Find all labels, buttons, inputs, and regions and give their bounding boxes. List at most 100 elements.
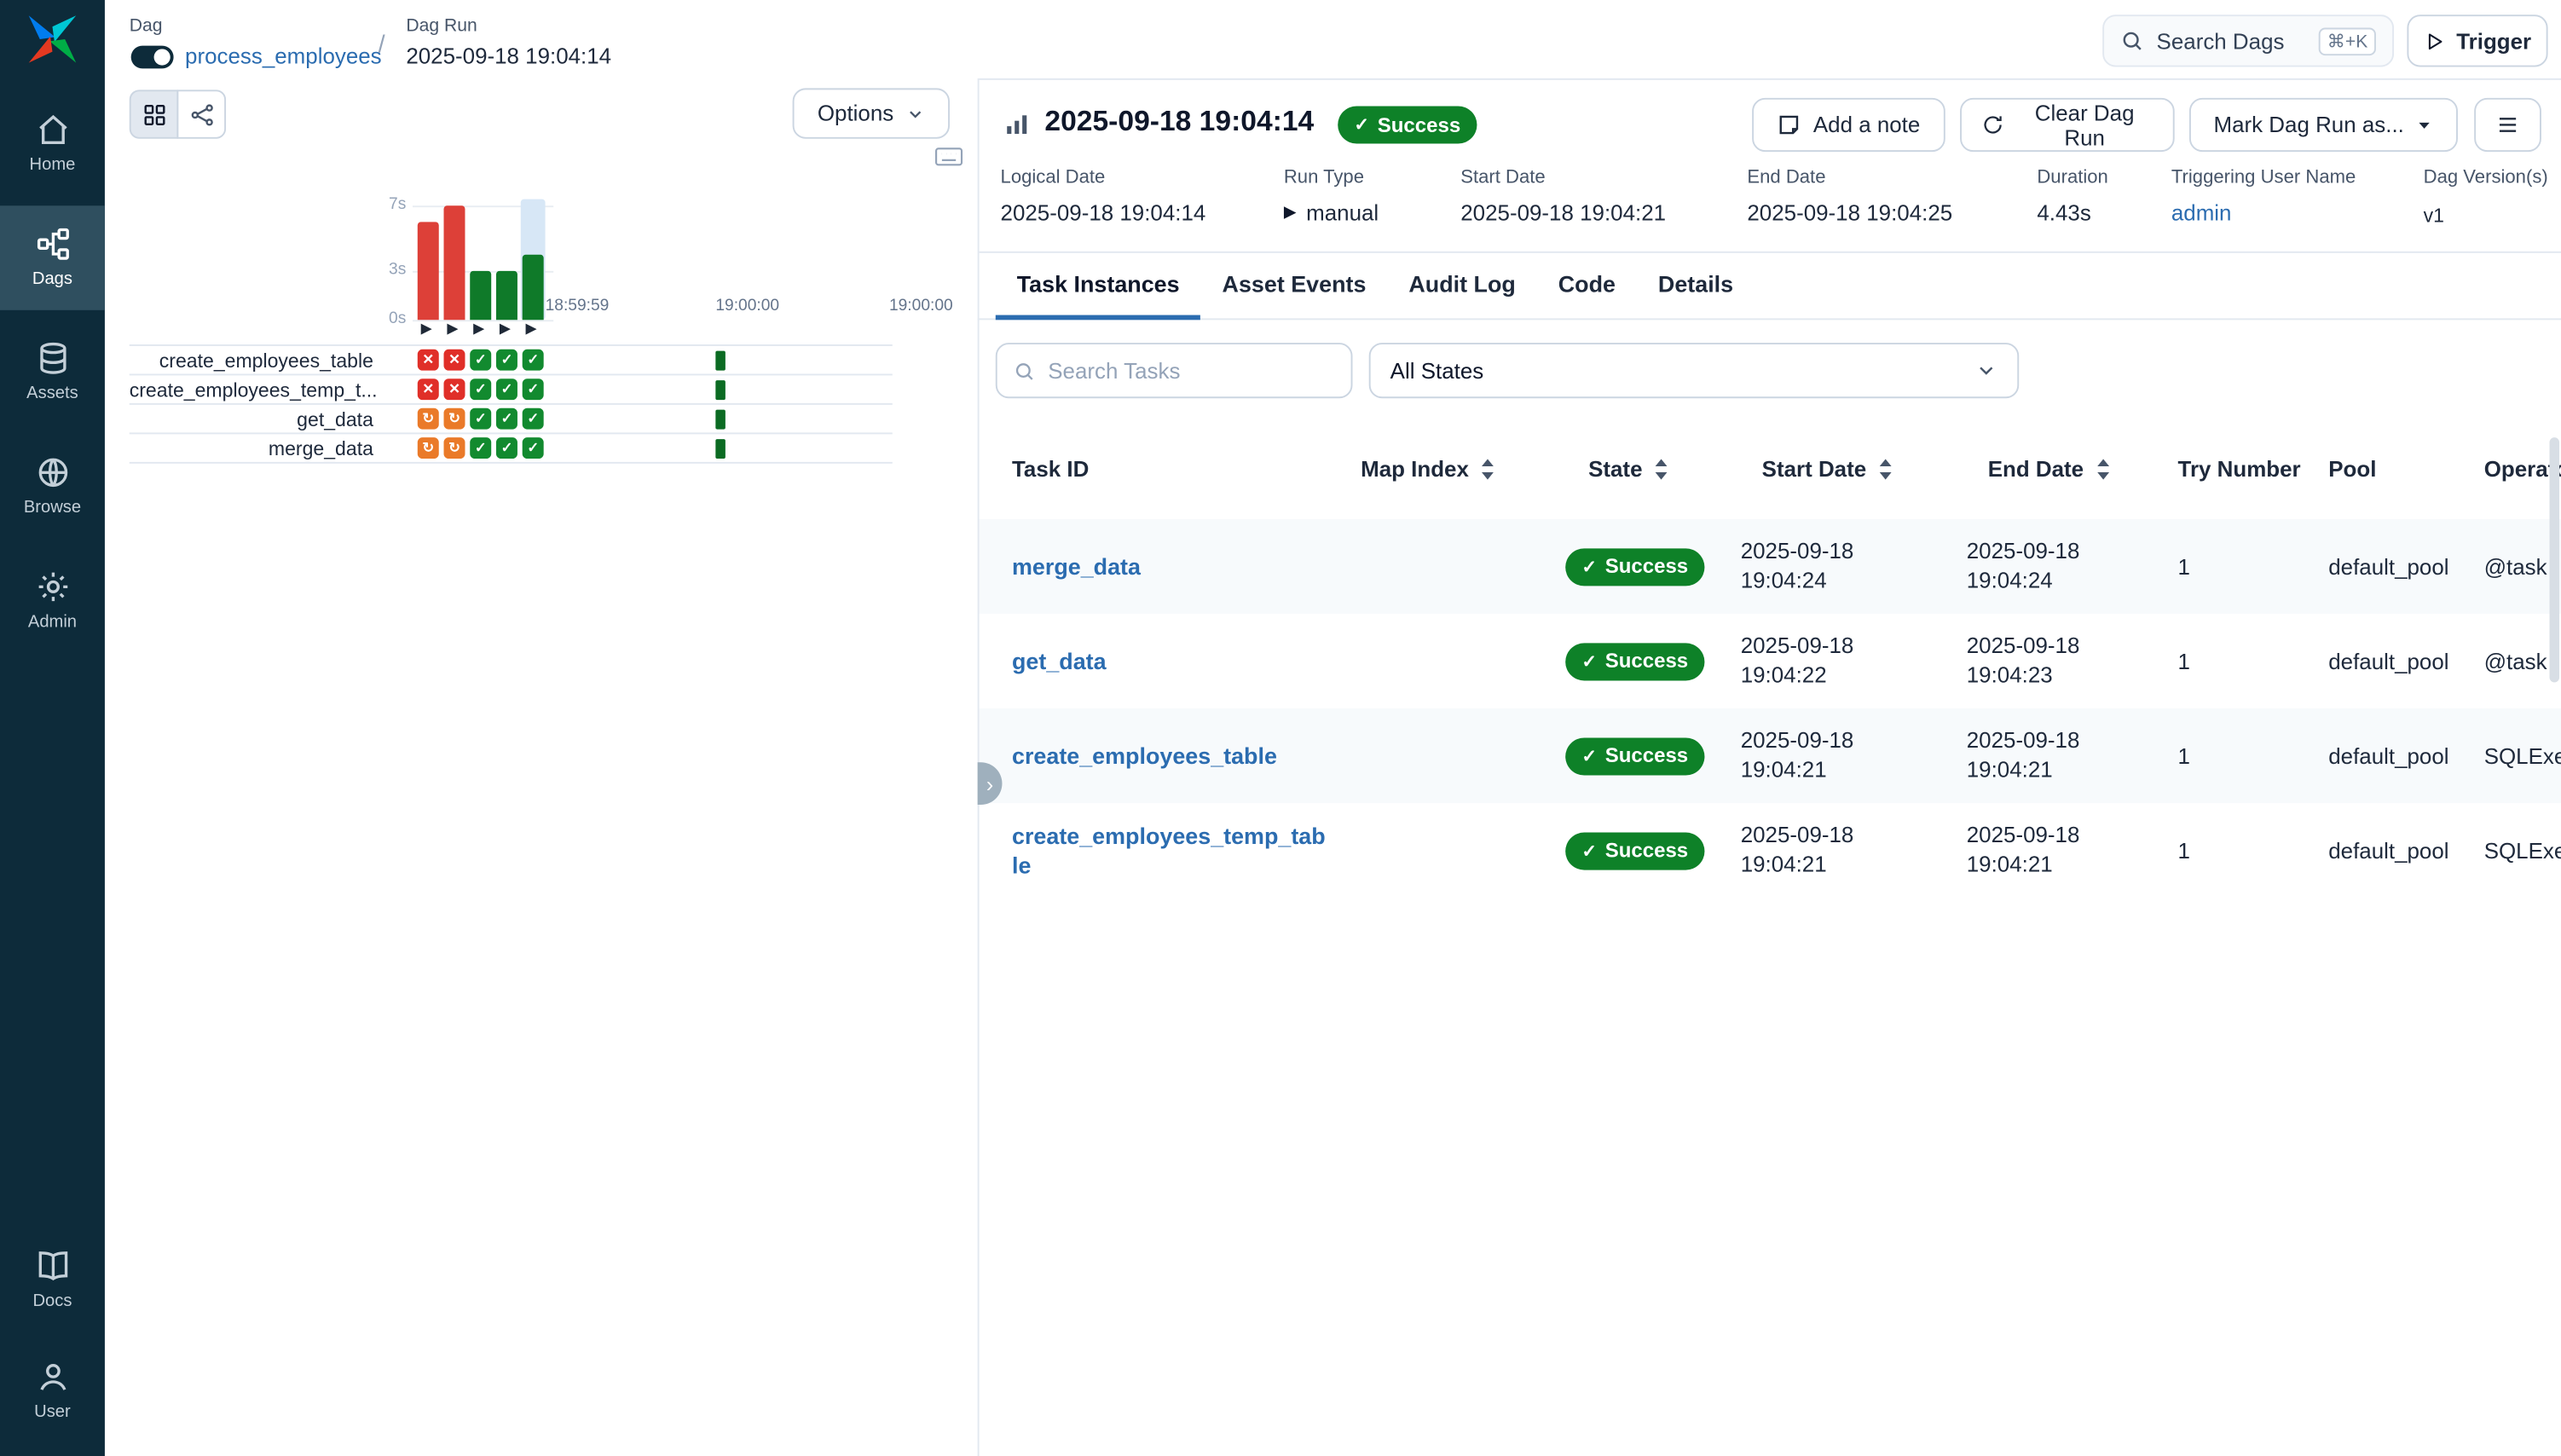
operator-cell: @task <box>2484 519 2547 614</box>
task-instance-success-icon[interactable]: ✓ <box>470 378 491 400</box>
end-date-cell: 2025-09-18 19:04:23 <box>1967 614 2130 708</box>
task-instance-success-icon[interactable]: ✓ <box>470 408 491 430</box>
column-header-end_date: End Date <box>1988 428 2110 510</box>
sort-icon[interactable] <box>1654 458 1668 479</box>
state-cell: ✓Success <box>1565 614 1704 708</box>
task-instance-success-icon[interactable]: ✓ <box>523 437 544 459</box>
search-dags-button[interactable]: Search Dags ⌘+K <box>2102 14 2394 66</box>
task-id-link[interactable]: create_employees_table <box>1012 741 1277 771</box>
task-instance-success-icon[interactable]: ✓ <box>496 378 517 400</box>
sidebar-item-home[interactable]: Home <box>0 91 105 196</box>
app: HomeDagsAssetsBrowseAdmin DocsUser Dag p… <box>0 0 2561 1456</box>
task-instance-upstream_failed-icon[interactable]: ↻ <box>418 408 439 430</box>
meta-value: 2025-09-18 19:04:14 <box>1001 201 1206 226</box>
gantt-bar[interactable] <box>715 351 726 371</box>
tab-asset-events[interactable]: Asset Events <box>1201 253 1388 321</box>
state-filter-select[interactable]: All States <box>1369 343 2020 398</box>
manual-run-icon: ▶ <box>421 320 432 338</box>
manual-run-icon: ▶ <box>473 320 484 338</box>
grid-view-button[interactable] <box>130 90 179 138</box>
try-number-cell: 1 <box>2178 519 2190 614</box>
column-header-try_number: Try Number <box>2178 428 2301 510</box>
run-duration-bar[interactable] <box>444 205 465 320</box>
gantt-bar[interactable] <box>715 380 726 400</box>
task-instance-upstream_failed-icon[interactable]: ↻ <box>444 408 465 430</box>
keyboard-shortcuts-icon[interactable] <box>935 145 963 174</box>
try-number-cell: 1 <box>2178 614 2190 708</box>
tab-details[interactable]: Details <box>1637 253 1755 321</box>
end-date-cell: 2025-09-18 19:04:21 <box>1967 803 2130 898</box>
search-tasks-input[interactable] <box>1048 358 1334 383</box>
tab-task-instances[interactable]: Task Instances <box>996 253 1201 321</box>
manual-run-icon: ▶ <box>526 320 537 338</box>
task-instance-success-icon[interactable]: ✓ <box>523 350 544 371</box>
task-instance-failed-icon[interactable]: ✕ <box>444 378 465 400</box>
sidebar: HomeDagsAssetsBrowseAdmin DocsUser <box>0 0 105 1456</box>
airflow-logo[interactable] <box>25 11 80 66</box>
task-instance-upstream_failed-icon[interactable]: ↻ <box>418 437 439 459</box>
start-date-cell: 2025-09-18 19:04:21 <box>1741 803 1905 898</box>
search-dags-label: Search Dags <box>2157 29 2285 54</box>
meta-label: Logical Date <box>1001 168 1106 188</box>
operator-cell: SQLExecuteQueryOperator <box>2484 708 2561 803</box>
table-row: create_employees_temp_table✓Success2025-… <box>980 803 2561 898</box>
meta-value-link[interactable]: admin <box>2171 201 2232 226</box>
sidebar-item-user[interactable]: User <box>0 1338 105 1443</box>
task-instance-upstream_failed-icon[interactable]: ↻ <box>444 437 465 459</box>
sort-icon[interactable] <box>2096 458 2110 479</box>
sidebar-item-admin[interactable]: Admin <box>0 548 105 653</box>
dag-name-link[interactable]: process_employees <box>185 44 382 69</box>
start-date-cell: 2025-09-18 19:04:21 <box>1741 708 1905 803</box>
task-id-link[interactable]: merge_data <box>1012 552 1141 581</box>
task-instance-success-icon[interactable]: ✓ <box>496 437 517 459</box>
pool-cell: default_pool <box>2328 519 2448 614</box>
task-instance-failed-icon[interactable]: ✕ <box>418 350 439 371</box>
run-metadata: Logical Date2025-09-18 19:04:14Run Type▶… <box>980 80 2561 255</box>
state-label: Success <box>1605 744 1688 767</box>
sidebar-item-browse[interactable]: Browse <box>0 434 105 539</box>
task-instance-success-icon[interactable]: ✓ <box>496 408 517 430</box>
tab-code[interactable]: Code <box>1537 253 1637 321</box>
state-badge: ✓Success <box>1565 642 1704 679</box>
chevron-down-icon <box>1974 359 1997 382</box>
task-id-link[interactable]: get_data <box>1012 646 1107 676</box>
run-duration-bar[interactable] <box>470 271 491 320</box>
options-button[interactable]: Options <box>793 88 950 138</box>
column-header-label: Task ID <box>1012 456 1089 481</box>
gantt-bar[interactable] <box>715 410 726 430</box>
task-instance-success-icon[interactable]: ✓ <box>523 378 544 400</box>
task-id-link[interactable]: create_employees_temp_table <box>1012 821 1332 881</box>
task-id-cell: merge_data <box>1012 519 1332 614</box>
task-instances-table: Task IDMap IndexStateStart DateEnd DateT… <box>980 428 2561 1378</box>
graph-view-button[interactable] <box>176 90 226 138</box>
tab-audit-log[interactable]: Audit Log <box>1387 253 1536 321</box>
task-instance-success-icon[interactable]: ✓ <box>470 437 491 459</box>
task-instance-failed-icon[interactable]: ✕ <box>444 350 465 371</box>
sidebar-item-dags[interactable]: Dags <box>0 205 105 310</box>
trigger-button[interactable]: Trigger <box>2407 14 2547 66</box>
sidebar-item-assets[interactable]: Assets <box>0 320 105 425</box>
scrollbar-thumb[interactable] <box>2550 437 2560 682</box>
check-icon: ✓ <box>1581 650 1597 672</box>
task-instance-success-icon[interactable]: ✓ <box>523 408 544 430</box>
run-duration-bar[interactable] <box>496 271 517 320</box>
task-instance-success-icon[interactable]: ✓ <box>496 350 517 371</box>
column-header-pool: Pool <box>2328 428 2376 510</box>
end-date-cell: 2025-09-18 19:04:24 <box>1967 519 2130 614</box>
options-label: Options <box>818 101 893 126</box>
sort-icon[interactable] <box>1480 458 1494 479</box>
search-tasks-box <box>996 343 1353 398</box>
task-instance-success-icon[interactable]: ✓ <box>470 350 491 371</box>
sidebar-item-docs[interactable]: Docs <box>0 1228 105 1332</box>
state-badge: ✓Success <box>1565 737 1704 775</box>
task-instance-failed-icon[interactable]: ✕ <box>418 378 439 400</box>
grid-task-rows: create_employees_table✕✕✓✓✓create_employ… <box>130 344 893 464</box>
gantt-bar[interactable] <box>715 439 726 459</box>
state-label: Success <box>1605 555 1688 578</box>
run-duration-bar[interactable] <box>418 222 439 320</box>
dag-pause-toggle[interactable] <box>131 46 174 69</box>
meta-label: Start Date <box>1460 168 1545 188</box>
run-duration-bar[interactable] <box>523 255 544 321</box>
sort-icon[interactable] <box>1878 458 1893 479</box>
meta-value: v1 <box>2424 204 2444 227</box>
